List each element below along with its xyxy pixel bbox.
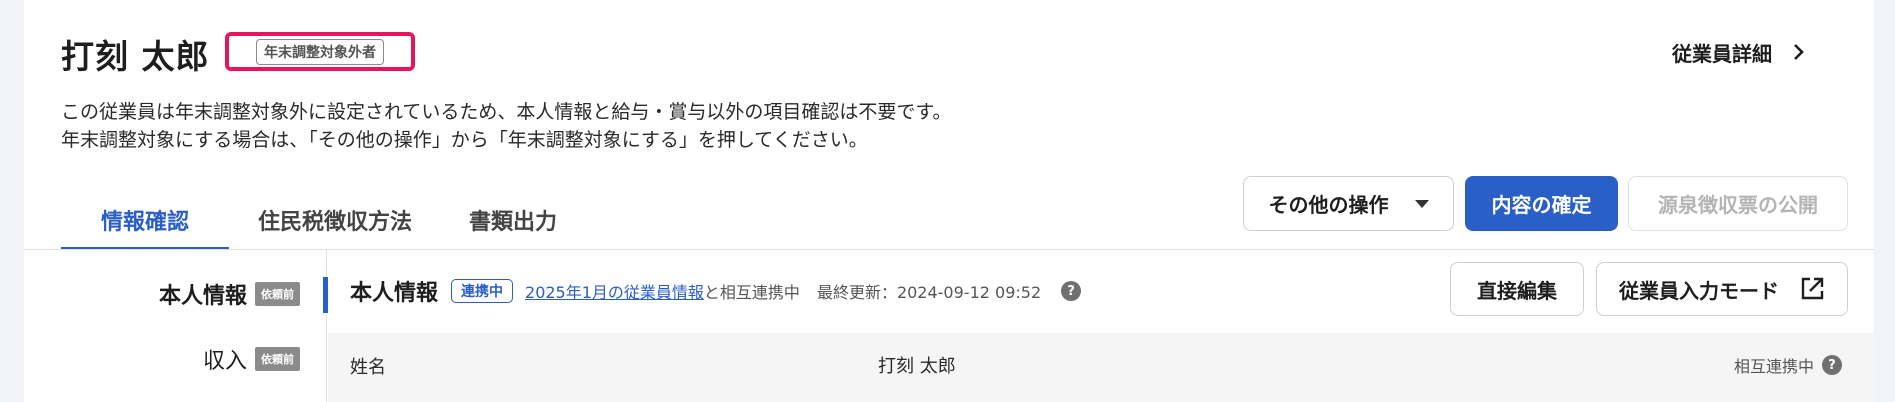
chevron-right-icon	[1794, 44, 1804, 60]
badge-highlight: 年末調整対象外者	[225, 32, 415, 71]
external-link-icon	[1801, 277, 1824, 300]
publish-withholding-button[interactable]: 源泉徴収票の公開	[1628, 176, 1848, 231]
table-row: 姓名 打刻 太郎 相互連携中 ?	[328, 333, 1874, 402]
direct-edit-button[interactable]: 直接編集	[1450, 262, 1584, 316]
active-indicator	[323, 277, 328, 313]
employee-detail-link[interactable]: 従業員詳細	[1672, 37, 1806, 67]
sidebar-item-personal-info[interactable]: 本人情報 依頼前	[159, 278, 300, 310]
status-badge: 依頼前	[255, 282, 300, 306]
employee-input-mode-label: 従業員入力モード	[1619, 278, 1779, 303]
field-sync-label: 相互連携中	[1733, 357, 1814, 376]
tab-bar: 情報確認 住民税徴収方法 書類出力	[61, 205, 580, 250]
help-icon[interactable]: ?	[1061, 281, 1082, 301]
field-label: 姓名	[350, 357, 386, 378]
status-badge: 依頼前	[255, 347, 300, 371]
section-header: 本人情報 連携中 2025年1月の従業員情報 と相互連携中 最終更新：2024-…	[350, 276, 1082, 306]
sync-tag: 連携中	[451, 279, 514, 303]
notice-line-2: 年末調整対象にする場合は、「その他の操作」から「年末調整対象にする」を押してくだ…	[61, 129, 868, 151]
other-operations-label: その他の操作	[1268, 193, 1389, 217]
last-updated: 最終更新：2024-09-12 09:52	[816, 283, 1042, 302]
tab-resident-tax[interactable]: 住民税徴収方法	[229, 205, 435, 250]
employee-detail-label: 従業員詳細	[1672, 41, 1772, 66]
sidebar-item-label: 本人情報	[158, 284, 247, 309]
confirm-button[interactable]: 内容の確定	[1465, 176, 1618, 231]
sync-source-link[interactable]: 2025年1月の従業員情報	[525, 279, 704, 303]
help-icon[interactable]: ?	[1822, 355, 1842, 375]
tab-info-check[interactable]: 情報確認	[61, 205, 230, 250]
employee-input-mode-button[interactable]: 従業員入力モード	[1596, 262, 1848, 316]
sidebar-item-income[interactable]: 収入 依頼前	[203, 343, 300, 375]
sidebar-item-label: 収入	[202, 349, 247, 374]
tab-document-output[interactable]: 書類出力	[435, 205, 580, 250]
section-sidebar: 本人情報 依頼前 収入 依頼前	[24, 250, 328, 402]
notice-line-1: この従業員は年末調整対象外に設定されているため、本人情報と給与・賞与以外の項目確…	[61, 101, 952, 123]
employee-name: 打刻 太郎	[61, 37, 210, 76]
sync-status-text: と相互連携中	[703, 283, 800, 302]
field-value: 打刻 太郎	[878, 356, 956, 377]
exclusion-notice: この従業員は年末調整対象外に設定されているため、本人情報と給与・賞与以外の項目確…	[61, 98, 952, 154]
section-title: 本人情報	[350, 281, 439, 306]
main-card: 打刻 太郎 年末調整対象外者 従業員詳細 この従業員は年末調整対象外に設定されて…	[24, 0, 1874, 402]
field-sync-status: 相互連携中 ?	[1734, 353, 1842, 377]
exclusion-badge: 年末調整対象外者	[256, 38, 384, 65]
other-operations-dropdown[interactable]: その他の操作	[1243, 176, 1454, 231]
caret-down-icon	[1414, 199, 1429, 208]
